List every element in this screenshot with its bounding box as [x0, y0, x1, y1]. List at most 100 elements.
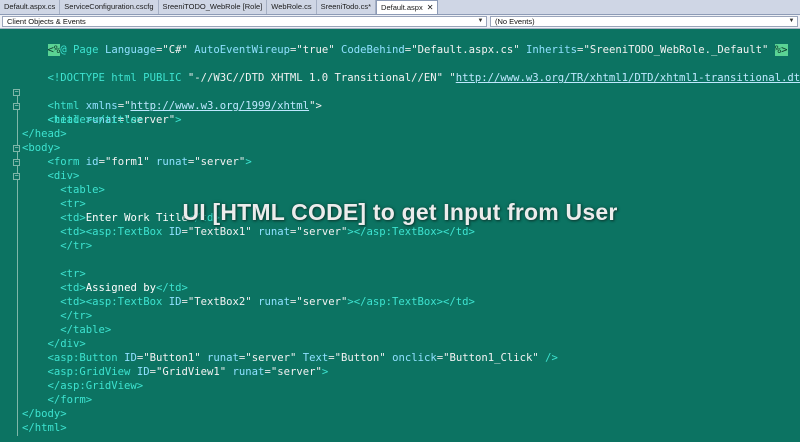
attr-name: runat	[156, 156, 188, 168]
code-line-button[interactable]: <asp:Button ID="Button1" runat="server" …	[22, 351, 558, 365]
attr-name: Text	[302, 352, 329, 364]
code-line-textbox1[interactable]: <td><asp:TextBox ID="TextBox1" runat="se…	[22, 225, 475, 239]
chevron-down-icon[interactable]: ▼	[787, 17, 796, 26]
tag-end: >	[321, 366, 329, 378]
code-line-head-open[interactable]: <head runat="server">	[22, 99, 182, 126]
tag: <table>	[60, 184, 105, 196]
tag: <td>	[60, 226, 86, 238]
tag: </div>	[47, 338, 86, 350]
attr-name: Language	[104, 44, 156, 56]
tag: <asp:Button	[47, 352, 118, 364]
attr-name: runat	[258, 226, 290, 238]
code-line-title[interactable]: <title></title>	[22, 113, 144, 127]
tag: <td>	[60, 282, 86, 294]
collapse-icon[interactable]: −	[13, 173, 20, 180]
tag: <asp:TextBox	[85, 226, 163, 238]
tab-webrole-cs[interactable]: WebRole.cs	[267, 0, 317, 14]
code-line-html-open[interactable]: <html xmlns="http://www.w3.org/1999/xhtm…	[22, 85, 322, 112]
attr-value: "Button1_Click"	[443, 352, 539, 364]
code-line-html-close[interactable]: </html>	[22, 421, 67, 435]
attr-name: runat	[258, 296, 290, 308]
attr-value: "TextBox1"	[187, 226, 252, 238]
collapse-icon[interactable]: −	[13, 89, 20, 96]
tab-default-aspx-cs[interactable]: Default.aspx.cs	[0, 0, 61, 14]
tag: </tr>	[60, 310, 93, 322]
attr-value: "server"	[270, 366, 322, 378]
attr-value: "Default.aspx.cs"	[411, 44, 520, 56]
code-line-textbox2[interactable]: <td><asp:TextBox ID="TextBox2" runat="se…	[22, 295, 475, 309]
tag: <tr>	[60, 268, 86, 280]
code-line-div-close[interactable]: </div>	[22, 337, 86, 351]
code-line-page-directive[interactable]: <%@ Page Language="C#" AutoEventWireup="…	[22, 29, 788, 56]
tag: </asp:GridView>	[47, 380, 144, 392]
objects-dropdown-value: Client Objects & Events	[7, 17, 86, 26]
attr-name: id	[85, 156, 99, 168]
tag: <asp:TextBox	[85, 296, 163, 308]
attr-value: "server"	[194, 156, 246, 168]
doctype-public-id: "-//W3C//DTD XHTML 1.0 Transitional//EN"	[187, 72, 443, 84]
attr-name: ID	[136, 366, 150, 378]
tag-end: >	[245, 156, 252, 168]
attr-name: Inherits	[526, 44, 578, 56]
tab-webrole-role[interactable]: SreeniTODO_WebRole [Role]	[159, 0, 268, 14]
tag: <title></title>	[47, 114, 144, 126]
attr-name: ID	[124, 352, 137, 364]
directive-close: %>	[774, 44, 788, 56]
tag: <td>	[60, 296, 86, 308]
attr-value: "true"	[296, 44, 335, 56]
tab-service-configuration[interactable]: ServiceConfiguration.cscfg	[60, 0, 159, 14]
tag: </table>	[60, 324, 112, 336]
code-line-head-close[interactable]: </head>	[22, 127, 67, 141]
attr-value: "TextBox2"	[187, 296, 252, 308]
code-line-gridview-close[interactable]: </asp:GridView>	[22, 379, 144, 393]
code-line-tr-close-2[interactable]: </tr>	[22, 309, 92, 323]
chevron-down-icon[interactable]: ▼	[476, 17, 485, 26]
attr-value: "server"	[296, 226, 348, 238]
events-dropdown[interactable]: (No Events) ▼	[490, 16, 798, 27]
code-line-form-close[interactable]: </form>	[22, 393, 93, 407]
directive-open: <%	[47, 44, 61, 56]
tab-default-aspx[interactable]: Default.aspx ✕	[376, 0, 439, 14]
tag-end: ></asp:TextBox></td>	[347, 296, 475, 308]
attr-name: ID	[168, 226, 182, 238]
attr-name: AutoEventWireup	[194, 44, 290, 56]
code-line-form-open[interactable]: <form id="form1" runat="server">	[22, 155, 252, 169]
attr-name: runat	[207, 352, 239, 364]
cell-text: Assigned by	[85, 282, 156, 294]
tag: <form	[47, 156, 80, 168]
tag: </tr>	[60, 240, 93, 252]
code-line-body-close[interactable]: </body>	[22, 407, 67, 421]
tag: <body>	[22, 142, 61, 154]
tab-sreenitodo-cs[interactable]: SreeniTodo.cs*	[317, 0, 377, 14]
collapse-icon[interactable]: −	[13, 145, 20, 152]
directive-keyword: @ Page	[60, 44, 99, 56]
dtd-link[interactable]: http://www.w3.org/TR/xhtml1/DTD/xhtml1-t…	[456, 72, 800, 84]
code-line-table-close[interactable]: </table>	[22, 323, 111, 337]
attr-value: "SreeniTODO_WebRole._Default"	[583, 44, 769, 56]
code-line-tr-open-2[interactable]: <tr>	[22, 267, 86, 281]
tag: </body>	[22, 408, 67, 420]
close-icon[interactable]: ✕	[427, 3, 434, 13]
code-line-doctype[interactable]: <!DOCTYPE html PUBLIC "-//W3C//DTD XHTML…	[22, 57, 800, 84]
code-line-table-open[interactable]: <table>	[22, 183, 105, 197]
collapse-icon[interactable]: −	[13, 103, 20, 110]
code-line-td-assigned-by[interactable]: <td>Assigned by</td>	[22, 281, 188, 295]
collapse-icon[interactable]: −	[13, 159, 20, 166]
events-dropdown-value: (No Events)	[495, 17, 535, 26]
overlay-caption: UI [HTML CODE] to get Input from User	[182, 199, 618, 225]
tag: </html>	[22, 422, 67, 434]
attr-value: "form1"	[104, 156, 150, 168]
tag: </form>	[47, 394, 93, 406]
code-line-gridview[interactable]: <asp:GridView ID="GridView1" runat="serv…	[22, 365, 329, 379]
attr-name: ID	[168, 296, 182, 308]
tag-end: ></asp:TextBox></td>	[347, 226, 475, 238]
objects-dropdown[interactable]: Client Objects & Events ▼	[2, 16, 487, 27]
code-line-body-open[interactable]: <body>	[22, 141, 60, 155]
tag: <div>	[47, 170, 80, 182]
attr-value: "C#"	[162, 44, 188, 56]
document-tab-bar: Default.aspx.cs ServiceConfiguration.csc…	[0, 0, 800, 15]
navigation-bar: Client Objects & Events ▼ (No Events) ▼	[0, 15, 800, 29]
code-line-tr-close[interactable]: </tr>	[22, 239, 92, 253]
code-line-div-open[interactable]: <div>	[22, 169, 80, 183]
code-editor[interactable]: − − − − − <%@ Page Language="C#" AutoEve…	[0, 29, 800, 442]
